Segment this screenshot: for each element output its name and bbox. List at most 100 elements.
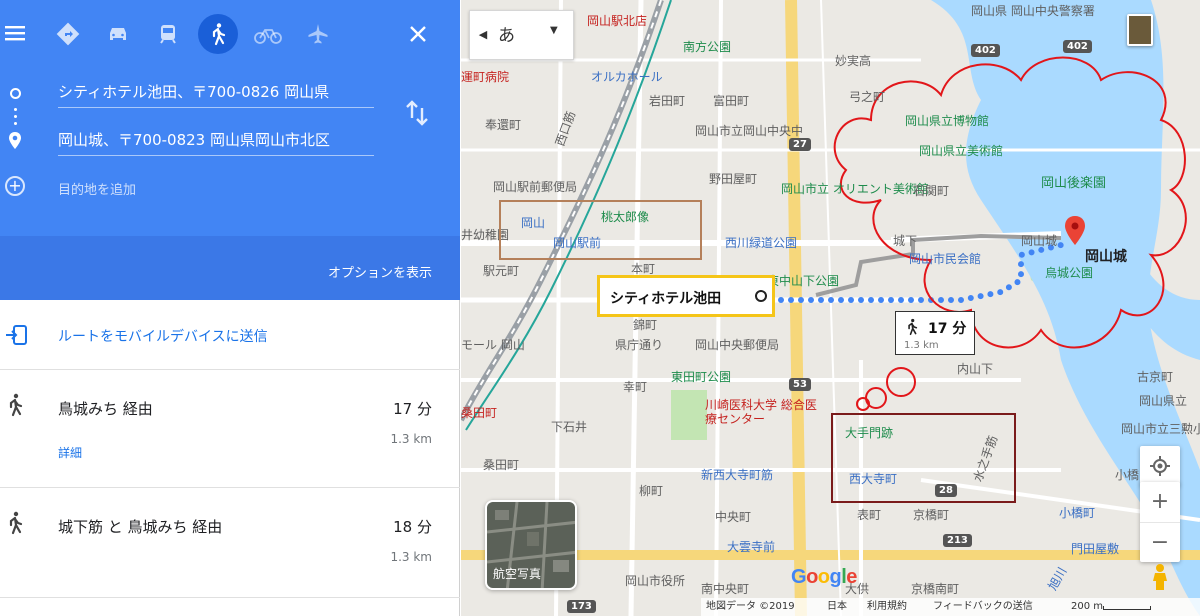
- map-label[interactable]: モール 岡山: [461, 336, 525, 353]
- mode-recommended-button[interactable]: [48, 14, 88, 54]
- add-circle-icon: +: [5, 176, 25, 196]
- map-label[interactable]: 岡山県立美術館: [919, 142, 1003, 159]
- user-photo-thumbnail[interactable]: [1127, 14, 1153, 46]
- map-label[interactable]: 運町病院: [461, 68, 509, 85]
- map-label[interactable]: オルカホール: [591, 68, 663, 85]
- map-label[interactable]: 大雲寺前: [727, 538, 775, 555]
- ime-input-toggle[interactable]: ◀ あ ▼: [469, 10, 574, 60]
- map-label: 桑田町: [461, 406, 498, 420]
- map-label: 新西大寺町筋: [701, 468, 774, 482]
- map-label: 岩田町: [649, 94, 686, 108]
- mode-flight-button[interactable]: [298, 14, 338, 54]
- route-connector-dot: [14, 115, 17, 118]
- mode-car-button[interactable]: [98, 14, 138, 54]
- map-label[interactable]: 岡山市立岡山中央中: [695, 122, 803, 139]
- map-label[interactable]: 岡山市民会館: [909, 250, 981, 267]
- walk-distance: 1.3 km: [904, 340, 939, 351]
- route-option[interactable]: 鳥城みち 経由 17 分 1.3 km 詳細: [0, 370, 460, 488]
- origin-name: シティホテル池田: [610, 291, 722, 307]
- map-label: 京橋南町: [911, 582, 960, 596]
- map-label[interactable]: 岡山後楽園: [1041, 172, 1106, 191]
- route-option[interactable]: 城下筋 と 鳥城みち 経由 18 分 1.3 km: [0, 488, 460, 598]
- map-label[interactable]: 烏城公園: [1045, 264, 1093, 281]
- map-label[interactable]: 門田屋敷: [1071, 540, 1119, 557]
- map-label[interactable]: 東田町公園: [671, 368, 731, 385]
- map-label: 京橋町: [913, 508, 950, 522]
- map-label: 小橋町: [1059, 506, 1096, 520]
- route-via-label: 鳥城みち 経由: [58, 400, 153, 418]
- origin-dot-icon: [10, 88, 21, 99]
- origin-callout[interactable]: シティホテル池田: [597, 275, 775, 317]
- collapse-panel-button[interactable]: ◀: [470, 11, 496, 59]
- map-label[interactable]: 岡山駅前郵便局: [493, 178, 577, 195]
- map-label: 南中央町: [701, 582, 750, 596]
- destination-label[interactable]: 岡山城: [1085, 246, 1127, 266]
- options-band: オプションを表示: [0, 236, 460, 300]
- close-icon: [410, 26, 426, 42]
- map-label[interactable]: 岡山県立博物館: [905, 112, 989, 129]
- add-destination-row[interactable]: + 目的地を追加: [0, 172, 460, 202]
- send-to-device-row[interactable]: ルートをモバイルデバイスに送信: [0, 300, 460, 370]
- mode-walking-button[interactable]: [198, 14, 238, 54]
- map-label[interactable]: 南方公園: [683, 38, 731, 55]
- map-label: 中央町: [715, 510, 752, 524]
- map-label[interactable]: 川崎医科大学 総合医療センター: [705, 398, 825, 426]
- swap-route-button[interactable]: [404, 98, 430, 132]
- map-label[interactable]: 岡山駅北店: [587, 12, 647, 29]
- hamburger-icon: [5, 26, 25, 41]
- airplane-icon: [308, 24, 328, 44]
- feedback-link[interactable]: フィードバックの送信: [933, 598, 1033, 616]
- show-options-link[interactable]: オプションを表示: [328, 262, 432, 281]
- map-label: 古京町: [1137, 370, 1174, 384]
- my-location-icon: [1150, 456, 1170, 476]
- map-label[interactable]: 岡山市役所: [625, 572, 685, 589]
- walking-icon: [908, 318, 918, 336]
- map-label: 石関町: [913, 184, 950, 198]
- route-connector-dot: [14, 122, 17, 125]
- map-label[interactable]: 岡山中央郵便局: [695, 336, 779, 353]
- menu-button[interactable]: [2, 20, 28, 46]
- map-label[interactable]: 岡山城: [1021, 232, 1057, 249]
- aerial-view-toggle[interactable]: 航空写真: [485, 500, 577, 590]
- country-link[interactable]: 日本: [827, 598, 847, 616]
- my-location-button[interactable]: [1140, 446, 1180, 486]
- map-label[interactable]: 岡山県立: [1139, 392, 1187, 409]
- map-label[interactable]: 東中山下公園: [767, 272, 839, 289]
- destination-input[interactable]: 岡山城、〒700-0823 岡山県岡山市北区: [58, 126, 374, 156]
- mode-cycling-button[interactable]: [248, 14, 288, 54]
- route-distance: 1.3 km: [390, 432, 432, 446]
- route-distance: 1.3 km: [390, 550, 432, 564]
- road-number-badge: 402: [971, 44, 1000, 57]
- zoom-in-button[interactable]: +: [1140, 482, 1180, 522]
- close-button[interactable]: [404, 20, 432, 48]
- origin-input[interactable]: シティホテル池田、〒700-0826 岡山県: [58, 78, 374, 108]
- mode-transit-button[interactable]: [148, 14, 188, 54]
- walking-icon: [212, 23, 226, 46]
- route-details-link[interactable]: 詳細: [58, 444, 82, 461]
- ime-mode-char: あ: [498, 26, 515, 46]
- zoom-controls: + −: [1140, 482, 1180, 562]
- directions-header: シティホテル池田、〒700-0826 岡山県 岡山城、〒700-0823 岡山県…: [0, 0, 460, 300]
- map-label[interactable]: 西川緑道公園: [725, 234, 797, 251]
- zoom-out-button[interactable]: −: [1140, 522, 1180, 562]
- map-canvas[interactable]: ◀ あ ▼ 岡山駅北店 南方公園 岡山県 岡山中央警察署 オルカホール 運町病院…: [461, 0, 1200, 616]
- scale-bar: [1103, 606, 1151, 610]
- destination-pin-icon[interactable]: [1064, 216, 1086, 250]
- map-label[interactable]: 岡山市立 オリエント美術館: [781, 180, 929, 197]
- scale-label[interactable]: 200 m: [1071, 598, 1103, 616]
- road-number-badge: 402: [1063, 40, 1092, 53]
- aerial-view-label: 航空写真: [493, 567, 542, 581]
- directions-diamond-icon: [56, 22, 80, 46]
- chevron-down-icon[interactable]: ▼: [550, 25, 558, 36]
- otemon-highlight-box: [831, 413, 1016, 503]
- walk-time-callout[interactable]: 17 分 1.3 km: [895, 311, 975, 355]
- map-label[interactable]: 岡山市立三勲小: [1121, 420, 1200, 437]
- send-to-device-label: ルートをモバイルデバイスに送信: [58, 329, 268, 345]
- road-number-badge: 213: [943, 534, 972, 547]
- map-label[interactable]: 岡山県 岡山中央警察署: [971, 2, 1095, 19]
- map-label: 城下: [893, 234, 918, 248]
- walk-time: 17 分: [928, 321, 967, 337]
- street-view-pegman-icon[interactable]: [1151, 563, 1169, 591]
- train-icon: [160, 25, 176, 44]
- terms-link[interactable]: 利用規約: [867, 598, 907, 616]
